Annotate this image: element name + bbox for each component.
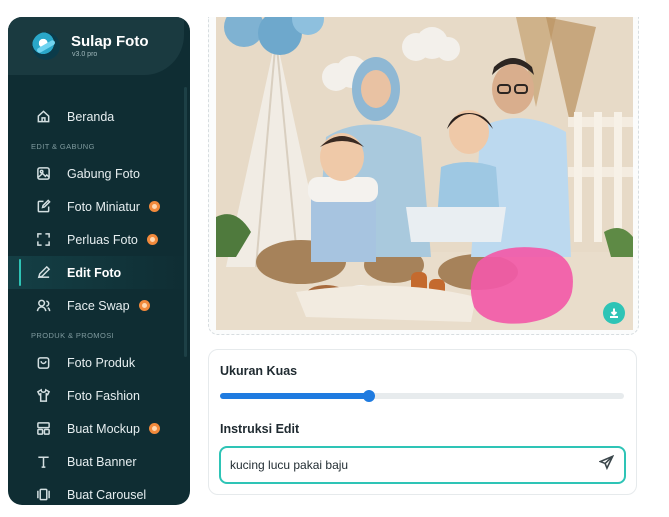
sidebar-item-foto-miniatur[interactable]: Foto Miniatur (8, 190, 190, 223)
brush-size-slider[interactable] (220, 390, 624, 402)
sidebar-item-label: Beranda (67, 109, 115, 124)
sidebar-item-label: Buat Carousel (67, 487, 147, 502)
shirt-icon (35, 388, 51, 404)
send-icon (598, 454, 615, 471)
sidebar-item-face-swap[interactable]: Face Swap (8, 289, 190, 322)
sidebar-item-buat-mockup[interactable]: Buat Mockup (8, 412, 190, 445)
sidebar-item-beranda[interactable]: Beranda (8, 100, 190, 133)
sidebar-item-buat-banner[interactable]: Buat Banner (8, 445, 190, 478)
premium-badge-icon (148, 201, 160, 212)
sidebar-item-edit-foto[interactable]: Edit Foto (8, 256, 190, 289)
pencil-icon (35, 265, 51, 281)
sidebar-item-foto-fashion[interactable]: Foto Fashion (8, 379, 190, 412)
sidebar-item-label: Foto Miniatur (67, 199, 140, 214)
instruction-input-box[interactable] (219, 446, 626, 484)
family-photo-image (216, 17, 633, 330)
sidebar-item-label: Perluas Foto (67, 232, 138, 247)
sidebar-item-label: Buat Banner (67, 454, 137, 469)
instruction-input[interactable] (230, 458, 599, 472)
brush-size-label: Ukuran Kuas (220, 364, 298, 378)
sidebar-item-label: Buat Mockup (67, 421, 140, 436)
instruction-label: Instruksi Edit (220, 422, 300, 436)
sidebar-item-buat-carousel[interactable]: Buat Carousel (8, 478, 190, 505)
slider-fill (220, 393, 370, 399)
premium-badge-icon (138, 300, 150, 311)
sidebar-item-label: Gabung Foto (67, 166, 140, 181)
bag-icon (35, 355, 51, 371)
expand-icon (35, 232, 51, 248)
brand[interactable]: Sulap Foto v3.0 pro (8, 17, 184, 75)
sidebar-item-gabung-foto[interactable]: Gabung Foto (8, 157, 190, 190)
brand-name: Sulap Foto (71, 33, 149, 50)
section-produk-promosi: PRODUK & PROMOSI (31, 331, 115, 340)
send-button[interactable] (598, 454, 615, 475)
logo-icon (32, 32, 60, 60)
edit-square-icon (35, 199, 51, 215)
download-button[interactable] (603, 302, 625, 324)
sidebar-item-label: Edit Foto (67, 265, 122, 280)
download-icon (610, 308, 618, 318)
sidebar-item-label: Foto Fashion (67, 388, 140, 403)
photo-canvas[interactable] (216, 17, 633, 330)
sidebar-item-foto-produk[interactable]: Foto Produk (8, 346, 190, 379)
mockup-icon (35, 421, 51, 437)
carousel-icon (35, 487, 51, 503)
sidebar-item-label: Face Swap (67, 298, 130, 313)
sidebar-item-label: Foto Produk (67, 355, 136, 370)
image-icon (35, 166, 51, 182)
premium-badge-icon (148, 423, 160, 434)
sidebar-scrollbar[interactable] (184, 87, 187, 357)
brand-version: v3.0 pro (72, 51, 98, 58)
premium-badge-icon (146, 234, 158, 245)
section-edit-gabung: EDIT & GABUNG (31, 142, 95, 151)
sidebar-item-perluas-foto[interactable]: Perluas Foto (8, 223, 190, 256)
home-icon (35, 109, 51, 125)
sidebar: Sulap Foto v3.0 pro Beranda EDIT & GABUN… (8, 17, 190, 505)
face-swap-icon (35, 298, 51, 314)
text-t-icon (35, 454, 51, 470)
